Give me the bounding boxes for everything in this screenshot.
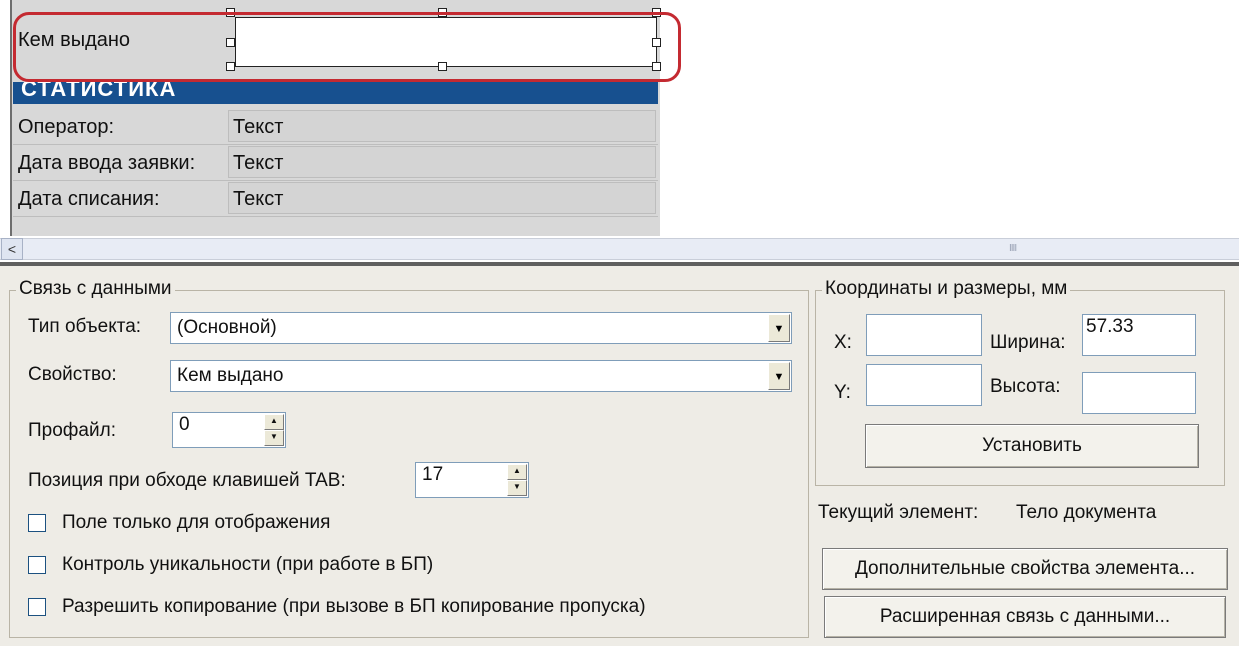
row-value-writeoff-date: Текст xyxy=(233,188,284,210)
row-divider xyxy=(13,180,658,181)
groupbox-title-data-link: Связь с данными xyxy=(16,278,175,300)
property-label: Свойство: xyxy=(28,364,117,385)
horizontal-scrollbar[interactable] xyxy=(0,238,1239,260)
current-element-label: Текущий элемент: xyxy=(818,502,979,523)
row-value-writeoff-date-cell[interactable]: Текст xyxy=(228,182,656,214)
checkbox-uniqueness-control-label[interactable]: Контроль уникальности (при работе в БП) xyxy=(62,554,433,576)
stepper-buttons: ▲ ▼ xyxy=(507,464,527,496)
selection-highlight xyxy=(13,12,681,82)
tab-position-value: 17 xyxy=(422,464,444,485)
property-select[interactable]: Кем выдано ▼ xyxy=(170,360,792,392)
current-element-value: Тело документа xyxy=(1016,502,1157,523)
height-label: Высота: xyxy=(990,376,1061,397)
section-header-statistics: СТАТИСТИКА xyxy=(13,82,658,104)
stepper-down-icon[interactable]: ▼ xyxy=(264,430,284,446)
profile-value: 0 xyxy=(179,414,190,435)
width-label: Ширина: xyxy=(990,332,1066,353)
tab-position-label: Позиция при обходе клавишей TAB: xyxy=(28,470,346,491)
scroll-thumb-grip-icon[interactable]: IIII xyxy=(1009,243,1017,254)
profile-label: Профайл: xyxy=(28,420,116,441)
extra-element-properties-button[interactable]: Дополнительные свойства элемента... xyxy=(822,548,1228,590)
row-value-operator-cell[interactable]: Текст xyxy=(228,110,656,142)
chevron-down-icon[interactable]: ▼ xyxy=(768,314,790,342)
section-header-label: СТАТИСТИКА xyxy=(21,82,177,101)
stepper-up-icon[interactable]: ▲ xyxy=(264,414,284,430)
row-label-writeoff-date: Дата списания: xyxy=(18,188,160,210)
row-value-entry-date: Текст xyxy=(233,152,284,174)
object-type-label: Тип объекта: xyxy=(28,316,142,337)
stepper-down-icon[interactable]: ▼ xyxy=(507,480,527,496)
row-label-entry-date: Дата ввода заявки: xyxy=(18,152,196,174)
height-input[interactable] xyxy=(1082,372,1196,414)
properties-panel: Связь с данными Тип объекта: (Основной) … xyxy=(0,266,1239,646)
chevron-down-icon[interactable]: ▼ xyxy=(768,362,790,390)
profile-stepper[interactable]: 0 ▲ ▼ xyxy=(172,412,286,448)
row-value-entry-date-cell[interactable]: Текст xyxy=(228,146,656,178)
stepper-buttons: ▲ ▼ xyxy=(264,414,284,446)
checkbox-allow-copy-label[interactable]: Разрешить копирование (при вызове в БП к… xyxy=(62,596,646,618)
checkbox-uniqueness-control[interactable] xyxy=(28,556,46,574)
width-input[interactable]: 57.33 xyxy=(1082,314,1196,356)
x-label: X: xyxy=(834,332,852,353)
y-input[interactable] xyxy=(866,364,982,406)
object-type-select[interactable]: (Основной) ▼ xyxy=(170,312,792,344)
object-type-value: (Основной) xyxy=(177,317,277,338)
row-divider xyxy=(13,144,658,145)
stepper-up-icon[interactable]: ▲ xyxy=(507,464,527,480)
extended-data-link-button[interactable]: Расширенная связь с данными... xyxy=(824,596,1226,638)
form-left-border xyxy=(10,0,12,236)
row-divider xyxy=(13,216,658,217)
groupbox-title-coordinates: Координаты и размеры, мм xyxy=(822,278,1071,300)
property-value: Кем выдано xyxy=(177,365,284,386)
y-label: Y: xyxy=(834,382,851,403)
x-input[interactable] xyxy=(866,314,982,356)
set-coordinates-button[interactable]: Установить xyxy=(865,424,1199,468)
checkbox-display-only[interactable] xyxy=(28,514,46,532)
row-value-operator: Текст xyxy=(233,116,284,138)
row-label-operator: Оператор: xyxy=(18,116,115,138)
tab-position-stepper[interactable]: 17 ▲ ▼ xyxy=(415,462,529,498)
checkbox-allow-copy[interactable] xyxy=(28,598,46,616)
scroll-left-arrow-icon[interactable]: < xyxy=(1,238,23,260)
checkbox-display-only-label[interactable]: Поле только для отображения xyxy=(62,512,330,534)
